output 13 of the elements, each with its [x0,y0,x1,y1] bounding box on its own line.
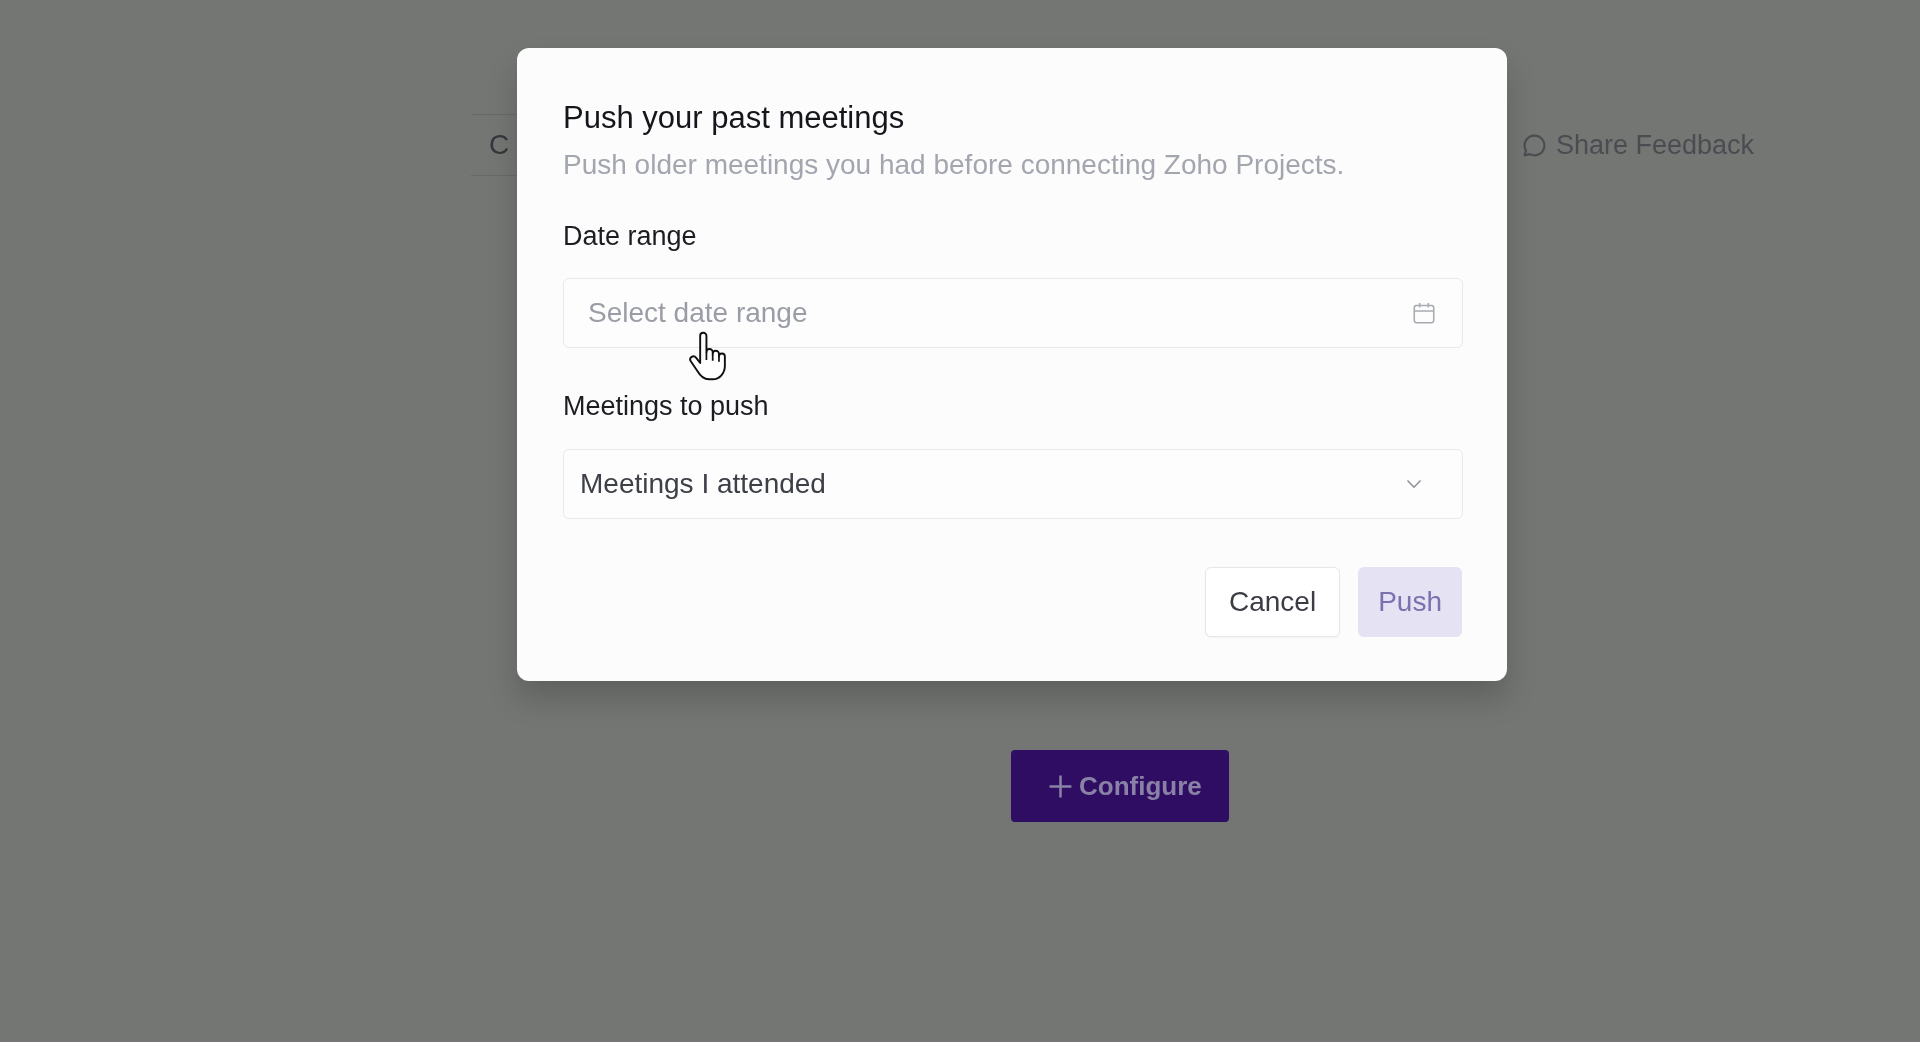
hand-cursor-icon [688,331,728,382]
tab[interactable]: C [489,128,510,162]
field-label: Date range [563,220,697,253]
date-range-field[interactable]: Select date range [563,278,1463,348]
secondary-button[interactable]: Cancel [1205,567,1341,637]
plus-icon [1048,773,1073,799]
dialog-subtitle: Push older meetings you had before connecting Zoho Projects. [563,148,1345,182]
calendar-icon [1411,300,1437,326]
meetings-select[interactable]: Meetings I attended [563,449,1463,519]
configure-button[interactable]: Configure [1011,750,1229,822]
dialog-title: Push your past meetings [563,99,905,137]
chevron-down-icon [1406,479,1422,489]
field-label: Meetings to push [563,390,769,423]
